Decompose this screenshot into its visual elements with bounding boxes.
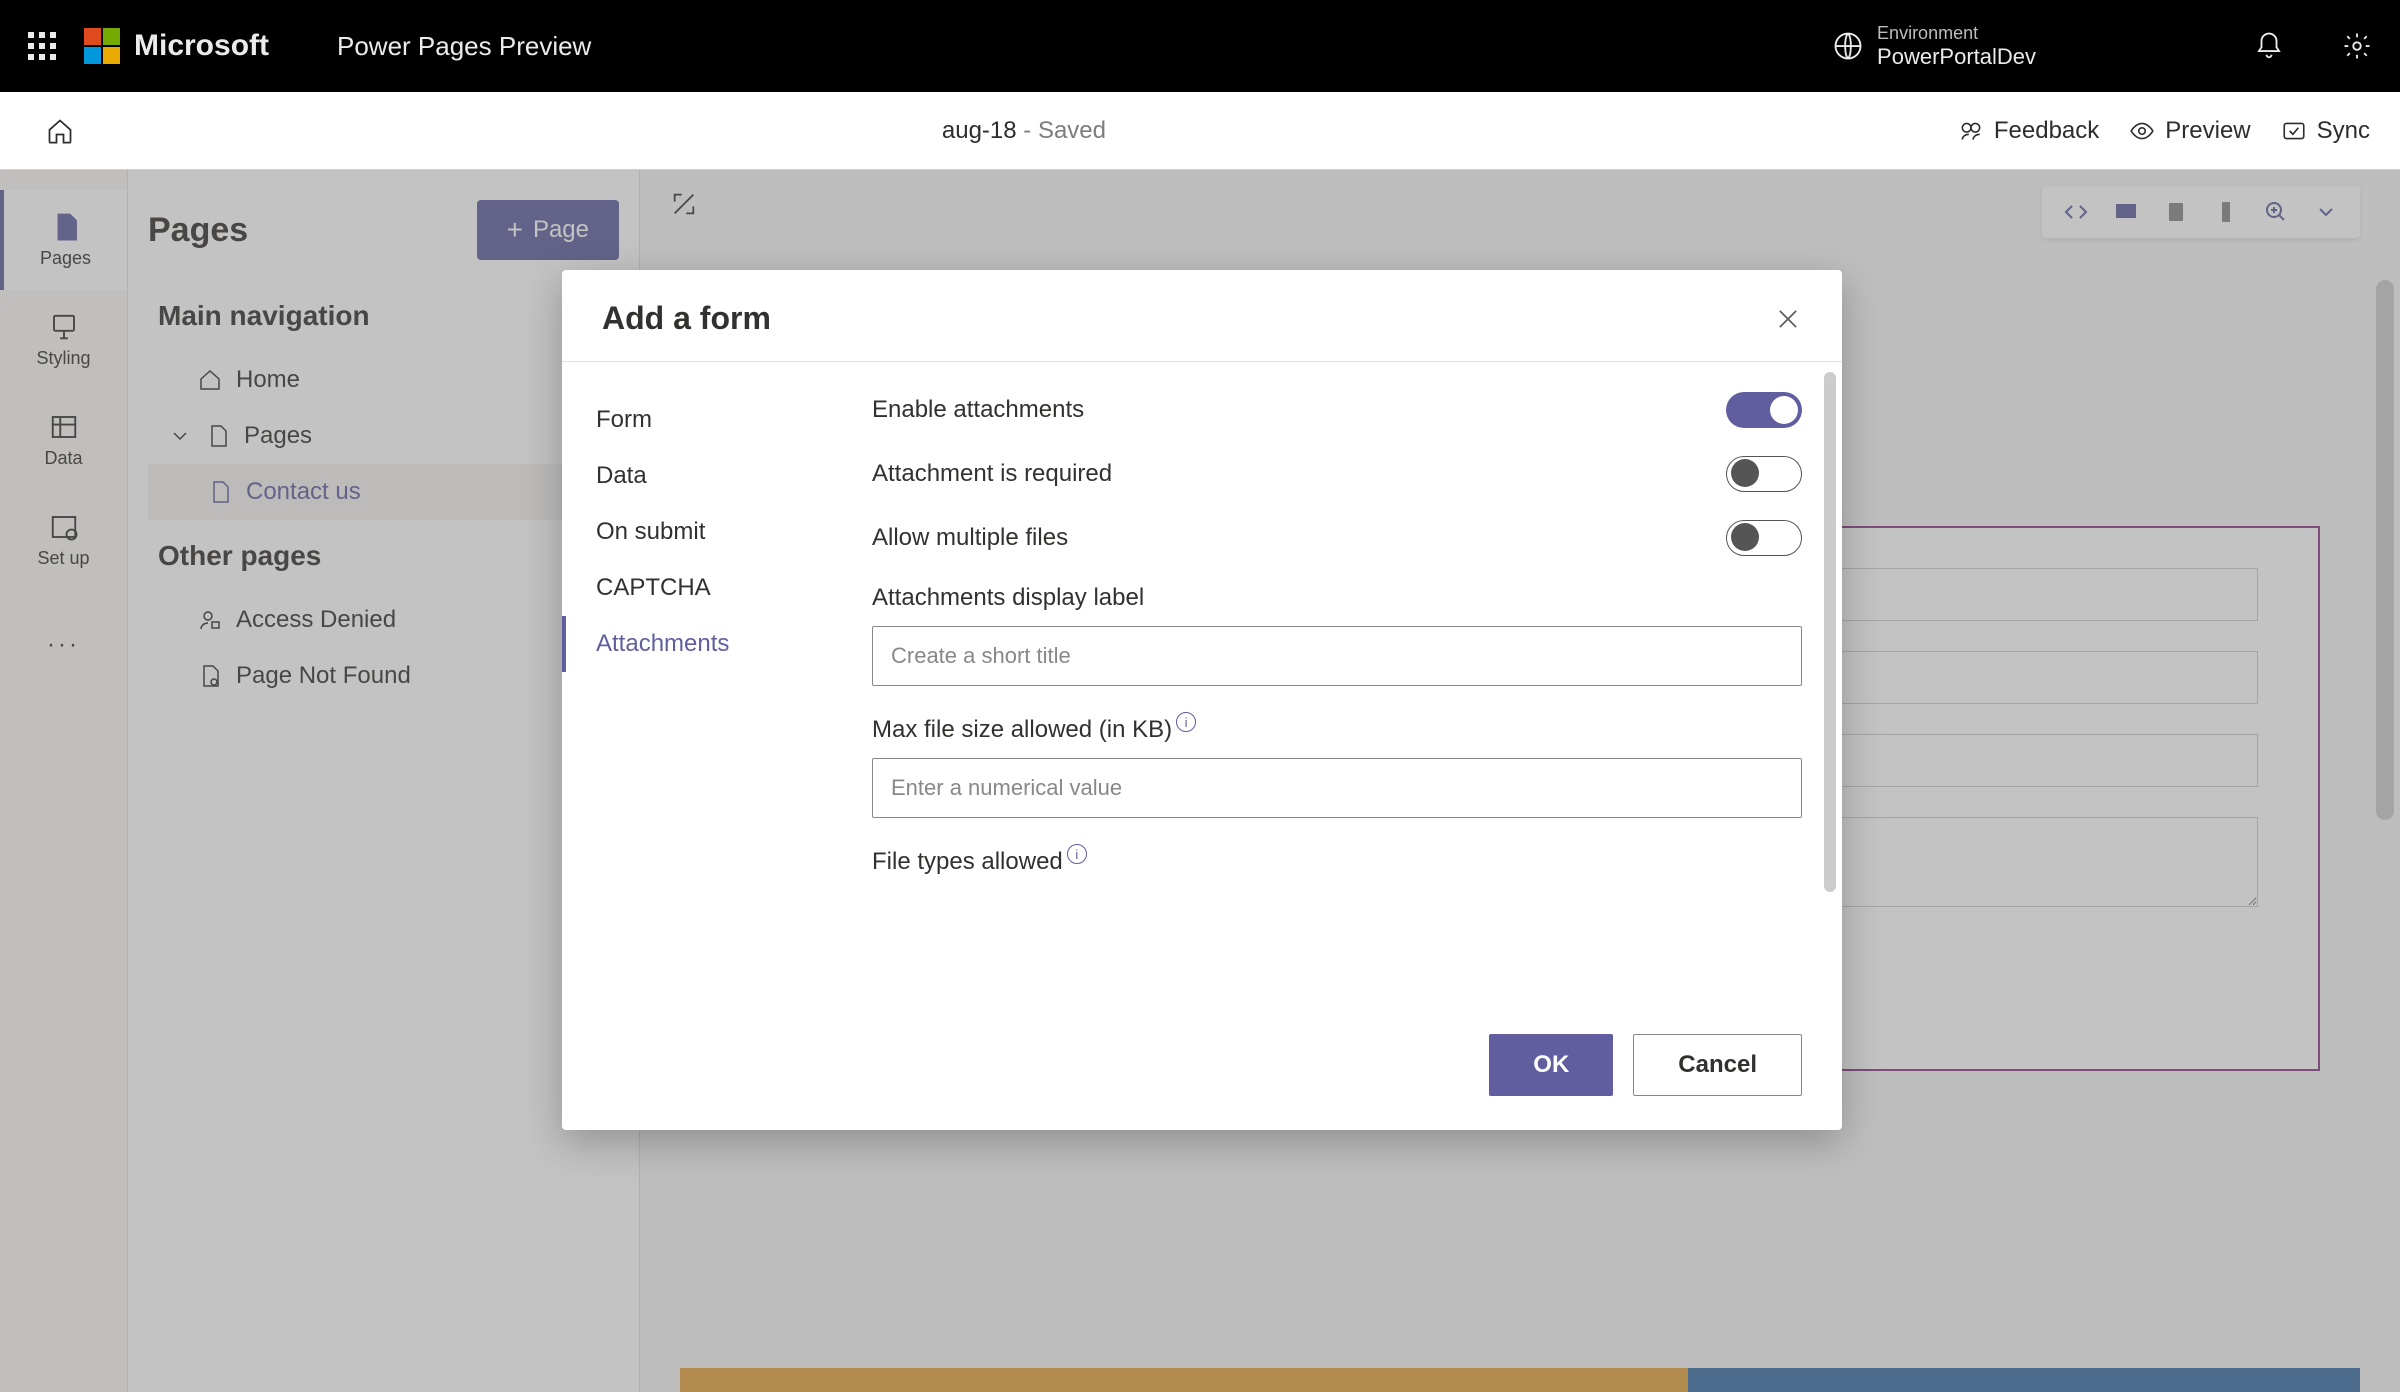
allow-multiple-label: Allow multiple files (872, 524, 1068, 552)
brand-text: Microsoft (134, 29, 269, 63)
allow-multiple-toggle[interactable] (1726, 520, 1802, 556)
enable-attachments-label: Enable attachments (872, 396, 1084, 424)
attachment-required-label: Attachment is required (872, 460, 1112, 488)
eye-icon (2129, 118, 2155, 144)
close-icon (1774, 305, 1802, 333)
max-size-label: Max file size allowed (in KB) i (872, 716, 1802, 744)
app-title: Power Pages Preview (337, 31, 591, 62)
file-types-label: File types allowed i (872, 848, 1802, 876)
bell-icon[interactable] (2254, 31, 2284, 61)
display-label-label: Attachments display label (872, 584, 1802, 612)
preview-button[interactable]: Preview (2129, 117, 2250, 145)
modal-scrollbar[interactable] (1824, 372, 1836, 892)
global-topbar: Microsoft Power Pages Preview Environmen… (0, 0, 2400, 92)
tab-data[interactable]: Data (562, 448, 852, 504)
save-status: - Saved (1017, 117, 1106, 144)
tab-form[interactable]: Form (562, 392, 852, 448)
modal-content: Enable attachments Attachment is require… (852, 362, 1842, 1012)
environment-picker[interactable]: Environment PowerPortalDev (1803, 23, 2036, 70)
cancel-button[interactable]: Cancel (1633, 1034, 1802, 1096)
enable-attachments-toggle[interactable] (1726, 392, 1802, 428)
doc-name: aug-18 (942, 117, 1017, 144)
close-button[interactable] (1774, 305, 1802, 333)
modal-overlay: Add a form Form Data On submit CAPTCHA A… (0, 170, 2400, 1392)
info-icon[interactable]: i (1176, 712, 1196, 732)
modal-tabs: Form Data On submit CAPTCHA Attachments (562, 362, 852, 1012)
add-form-modal: Add a form Form Data On submit CAPTCHA A… (562, 270, 1842, 1130)
home-icon[interactable] (46, 117, 74, 145)
microsoft-logo: Microsoft (84, 28, 269, 64)
tab-captcha[interactable]: CAPTCHA (562, 560, 852, 616)
info-icon[interactable]: i (1067, 844, 1087, 864)
microsoft-logo-icon (84, 28, 120, 64)
environment-label: Environment (1877, 23, 2036, 44)
feedback-button[interactable]: Feedback (1958, 117, 2099, 145)
ok-button[interactable]: OK (1489, 1034, 1613, 1096)
tab-on-submit[interactable]: On submit (562, 504, 852, 560)
tab-attachments[interactable]: Attachments (562, 616, 852, 672)
sync-icon (2281, 118, 2307, 144)
modal-title: Add a form (602, 300, 771, 337)
command-bar: aug-18 - Saved Feedback Preview Sync (0, 92, 2400, 170)
display-label-input[interactable] (872, 626, 1802, 686)
environment-name: PowerPortalDev (1877, 44, 2036, 70)
max-size-input[interactable] (872, 758, 1802, 818)
document-title: aug-18 - Saved (90, 117, 1958, 145)
attachment-required-toggle[interactable] (1726, 456, 1802, 492)
globe-icon (1833, 31, 1863, 61)
app-launcher-icon[interactable] (28, 32, 56, 60)
feedback-icon (1958, 118, 1984, 144)
sync-button[interactable]: Sync (2281, 117, 2370, 145)
gear-icon[interactable] (2342, 31, 2372, 61)
